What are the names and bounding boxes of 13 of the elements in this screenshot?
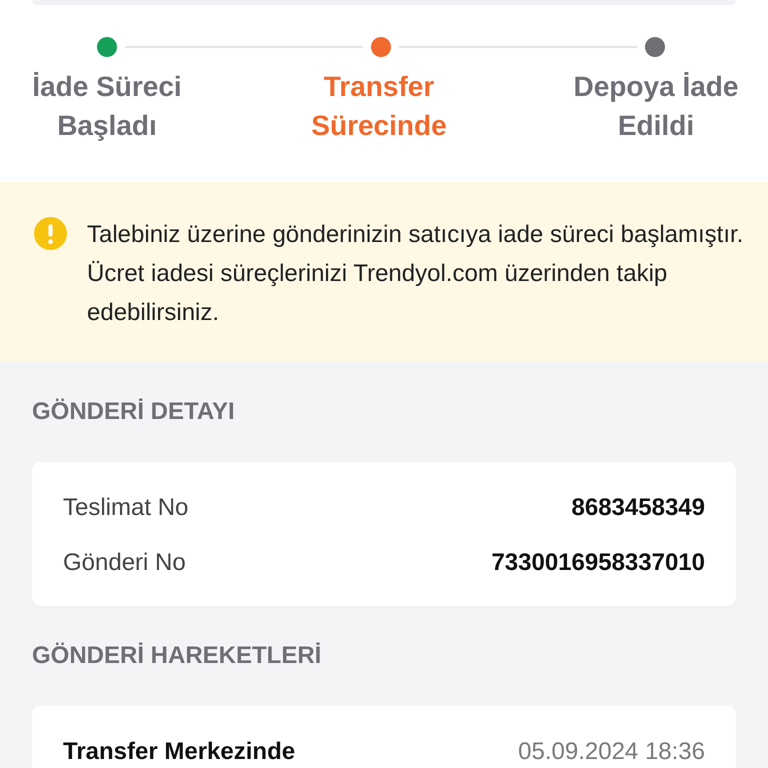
detail-value: 7330016958337010 (491, 548, 705, 576)
movement-status: Transfer Merkezinde (63, 738, 296, 766)
notice-text: Talebiniz üzerine gönderinizin satıcıya iade süreci başlamıştır. Ücret iadesi süreçlerinizi Trendyol.com üzerinden takip edebilirsiniz. (87, 220, 744, 328)
step-label: İade Süreci Başladı (31, 70, 183, 143)
detail-label: Teslimat No (63, 494, 188, 522)
warning-icon (34, 217, 67, 250)
detail-label: Gönderi No (63, 548, 186, 576)
section-title: GÖNDERİ HAREKETLERİ (32, 641, 322, 671)
movement-time: 05.09.2024 18:36 (518, 738, 705, 766)
section-title: GÖNDERİ DETAYI (32, 397, 236, 427)
step-label: Transfer Sürecinde (310, 70, 448, 143)
step-label: Depoya İade Edildi (572, 70, 740, 143)
detail-value: 8683458349 (572, 494, 705, 522)
